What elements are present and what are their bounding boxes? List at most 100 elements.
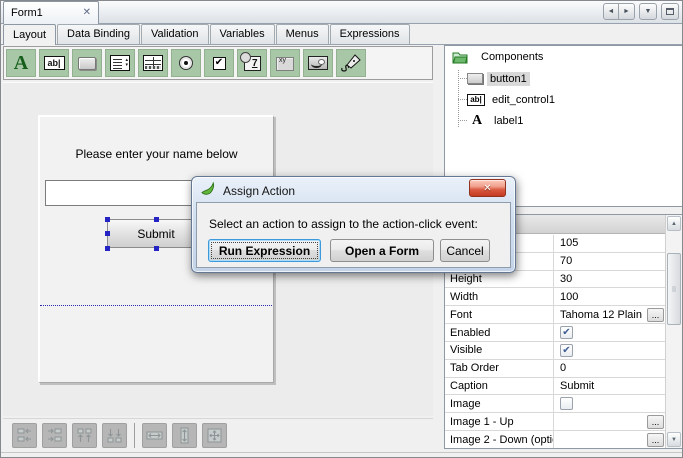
checkbox-unchecked-icon[interactable] [560,397,573,410]
property-label: Caption [445,378,554,395]
tab-data-binding[interactable]: Data Binding [57,24,140,44]
components-tree-title: Components [481,51,543,63]
property-value: ... [554,413,665,430]
tool-align-bottom-button[interactable] [102,423,127,448]
scroll-up-icon: ▲ [671,221,677,227]
tool-button-button[interactable] [72,49,102,77]
run-expression-button[interactable]: Run Expression [208,239,321,262]
ellipsis-button[interactable]: ... [647,415,664,429]
tool-combobox-button[interactable] [105,49,135,77]
component-item-edit-control1[interactable]: ab| edit_control1 [445,89,682,110]
form-section-divider [40,305,272,306]
component-item-label: label1 [491,114,526,128]
property-label: Tab Order [445,360,554,377]
tool-align-right-button[interactable] [42,423,67,448]
folder-icon [450,51,470,64]
tool-datetime-button[interactable]: 7 [237,49,267,77]
tab-variables[interactable]: Variables [210,24,275,44]
scroll-down-button[interactable]: ▼ [667,432,681,447]
properties-scrollbar[interactable]: ▲ ▼ [665,215,682,448]
document-tab-bar: ◄ ► ▼ [1,1,682,24]
chevron-down-icon: ▼ [645,8,652,15]
assign-action-dialog: Assign Action ✕ Select an action to assi… [191,176,516,273]
property-label: Image [445,395,554,412]
tool-same-size-button[interactable] [202,423,227,448]
scroll-up-button[interactable]: ▲ [667,216,681,231]
tool-textbox-button[interactable]: ab| [39,49,69,77]
selection-handle[interactable] [154,217,159,222]
edit-icon: ab| [467,94,485,106]
tool-signature-button[interactable] [336,49,366,77]
tree-connector [458,99,467,100]
tool-grid-button[interactable] [138,49,168,77]
property-row[interactable]: Image 2 - Down (optio... [445,431,665,448]
tab-expressions[interactable]: Expressions [330,24,410,44]
selection-handle[interactable] [105,231,110,236]
tab-list-dropdown-button[interactable]: ▼ [639,3,657,20]
label-icon: A [467,113,487,129]
property-row[interactable]: Tab Order0 [445,360,665,378]
scroll-tabs-left-button[interactable]: ◄ [603,3,619,20]
selection-handle[interactable] [154,246,159,251]
property-row[interactable]: Height30 [445,271,665,289]
checkbox-checked-icon[interactable]: ✔ [560,326,573,339]
selection-handle[interactable] [105,246,110,251]
tool-align-left-button[interactable] [12,423,37,448]
form-label-control[interactable]: Please enter your name below [40,147,273,161]
tab-menus[interactable]: Menus [276,24,329,44]
cancel-button[interactable]: Cancel [440,239,490,262]
align-top-icon [76,427,93,444]
close-icon[interactable]: ✕ [83,8,91,18]
align-left-icon [16,427,33,444]
property-label: Font [445,306,554,323]
component-item-label1[interactable]: Alabel1 [445,110,682,131]
editor-tab-row: LayoutData BindingValidationVariablesMen… [1,24,682,45]
property-row[interactable]: FontTahoma 12 Plain... [445,306,665,324]
property-label: Visible [445,342,554,359]
tool-label-button[interactable]: A [6,49,36,77]
tool-panel-button[interactable]: xy [270,49,300,77]
app-window: ◄ ► ▼ Form1 ✕ LayoutData BindingValidati… [0,0,683,458]
same-size-icon [206,427,223,444]
assign-action-icon [200,181,217,200]
document-tab-form1[interactable]: Form1 ✕ [3,1,99,24]
ellipsis-button[interactable]: ... [647,433,664,447]
property-label: Width [445,288,554,305]
maximize-button[interactable] [661,3,679,20]
selection-handle[interactable] [105,217,110,222]
left-arrow-icon: ◄ [608,8,615,15]
property-value: ✔ [554,324,665,341]
tool-align-top-button[interactable] [72,423,97,448]
property-row[interactable]: Width100 [445,288,665,306]
property-row[interactable]: Image [445,395,665,413]
tab-layout[interactable]: Layout [3,24,56,45]
document-tab-label: Form1 [11,7,43,19]
tool-same-height-button[interactable] [172,423,197,448]
property-row[interactable]: Image 1 - Up... [445,413,665,431]
tab-validation[interactable]: Validation [141,24,209,44]
tool-image-button[interactable] [303,49,333,77]
tool-radio-button[interactable] [171,49,201,77]
components-tree-root[interactable]: Components [445,46,682,68]
component-item-label: edit_control1 [489,93,558,107]
tool-checkbox-button[interactable]: ✔ [204,49,234,77]
scroll-tabs-right-button[interactable]: ► [619,3,635,20]
checkbox-checked-icon[interactable]: ✔ [560,344,573,357]
property-row[interactable]: Enabled ✔ [445,324,665,342]
property-row[interactable]: Visible ✔ [445,342,665,360]
ellipsis-button[interactable]: ... [647,308,664,322]
dialog-close-button[interactable]: ✕ [469,179,506,197]
scrollbar-thumb[interactable] [667,253,681,325]
component-item-button1[interactable]: button1 [445,68,682,89]
property-label: Enabled [445,324,554,341]
checkbox-icon: ✔ [213,57,226,70]
open-a-form-button[interactable]: Open a Form [330,239,434,262]
tool-same-width-button[interactable] [142,423,167,448]
dialog-body: Select an action to assign to the action… [196,202,511,268]
tab-nav-buttons: ◄ ► ▼ [603,3,679,20]
property-label: Image 1 - Up [445,413,554,430]
dialog-title-bar: Assign Action [200,181,295,200]
property-row[interactable]: CaptionSubmit [445,378,665,396]
tree-connector [458,78,467,79]
property-value-text: 105 [560,237,596,249]
